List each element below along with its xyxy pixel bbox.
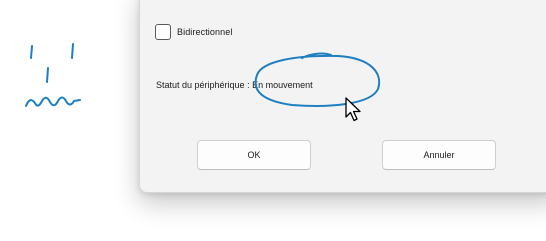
ink-stroke-3	[46, 67, 49, 83]
ink-stroke-4	[25, 96, 81, 107]
ink-stroke-1	[30, 45, 33, 59]
ink-stroke-2	[71, 43, 74, 59]
bidirectional-row[interactable]: Bidirectionnel	[155, 22, 232, 42]
device-status-value: En mouvement	[252, 80, 313, 90]
mouse-pointer-icon	[345, 97, 361, 122]
device-dialog: Bidirectionnel Statut du périphérique : …	[139, 0, 546, 193]
cancel-button[interactable]: Annuler	[382, 140, 496, 170]
bidirectional-label: Bidirectionnel	[177, 27, 233, 37]
device-status-label: Statut du périphérique :	[156, 80, 250, 90]
device-status: Statut du périphérique : En mouvement	[156, 80, 313, 90]
ok-button[interactable]: OK	[197, 140, 311, 170]
bidirectional-checkbox[interactable]	[155, 24, 171, 40]
